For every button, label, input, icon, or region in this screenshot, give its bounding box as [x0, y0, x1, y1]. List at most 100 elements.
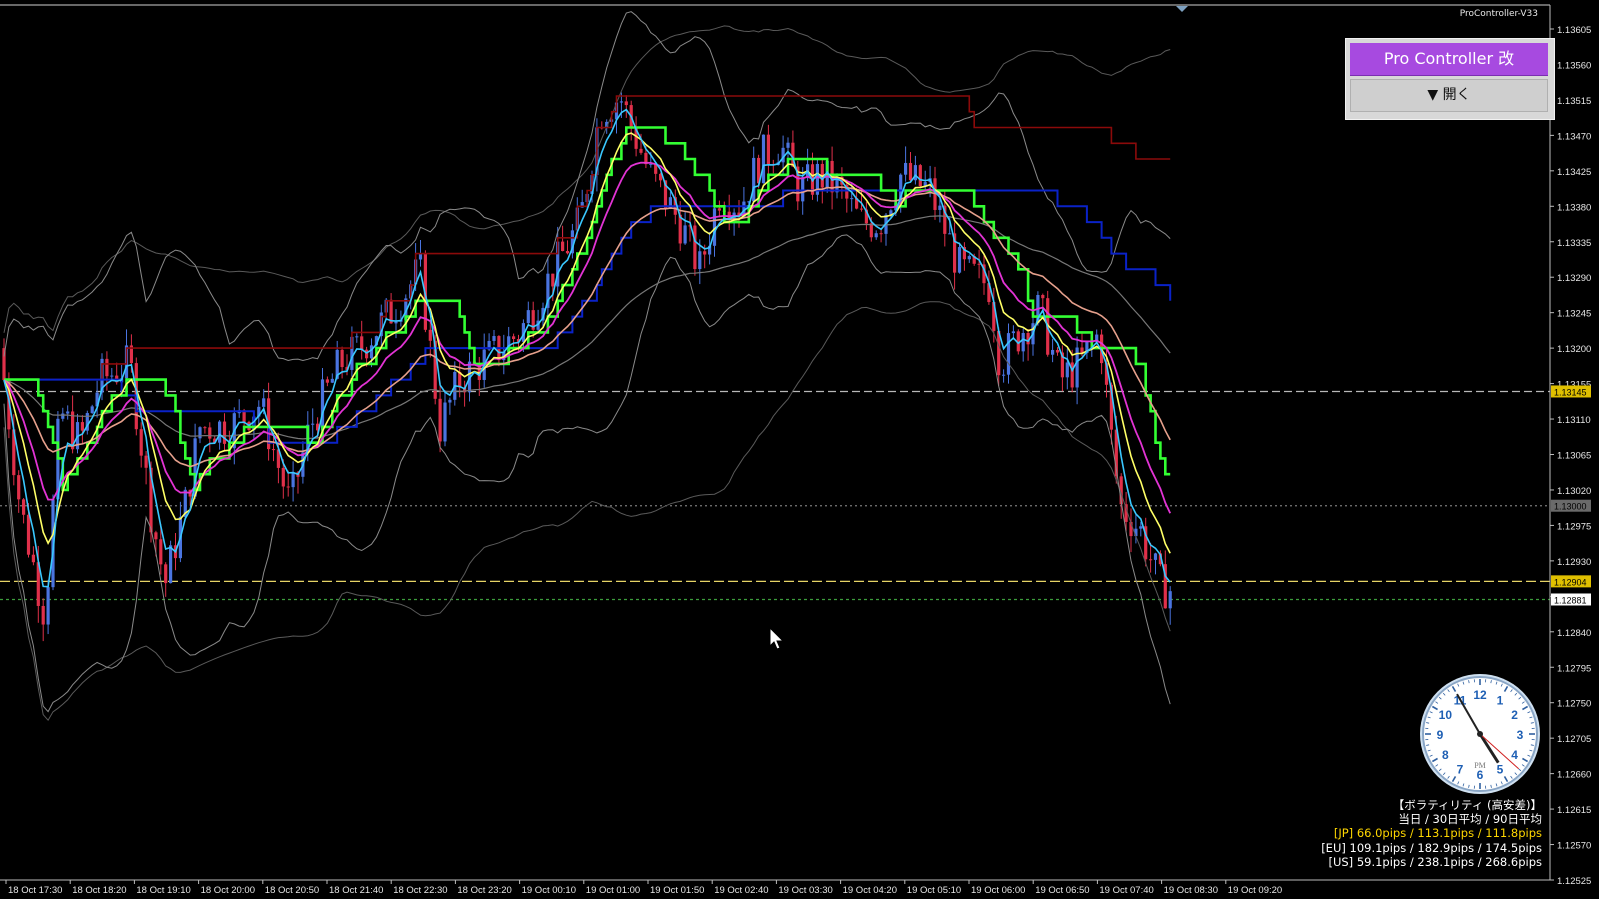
- window-title: ProController-V33: [1459, 9, 1538, 19]
- time-tick-label: 18 Oct 20:50: [265, 885, 319, 896]
- candle-body: [262, 398, 266, 407]
- candle-body: [1168, 591, 1172, 609]
- candle-body: [105, 358, 109, 377]
- candle-body: [311, 423, 315, 425]
- time-tick-label: 19 Oct 01:00: [586, 885, 640, 896]
- candle-body: [355, 336, 359, 338]
- candle-body: [144, 455, 148, 468]
- candle-body: [957, 247, 962, 273]
- candle-body: [1011, 331, 1015, 334]
- volatility-subtitle: 当日 / 30日平均 / 90日平均: [1398, 812, 1542, 827]
- candle-body: [879, 233, 883, 235]
- time-tick-label: 19 Oct 04:20: [843, 885, 897, 896]
- price-chart[interactable]: 1.13605 1.13560 1.13515 1.13470 1.13425 1.133…: [0, 0, 1599, 899]
- candle-body: [281, 467, 285, 487]
- candle-body: [325, 379, 329, 383]
- candle-body: [41, 605, 45, 625]
- candle-body: [624, 101, 628, 106]
- candle-body: [286, 486, 290, 488]
- volatility-row-eu: [EU] 109.1pips / 182.9pips / 174.5pips: [1321, 840, 1542, 855]
- shift-marker-icon: [1176, 6, 1188, 12]
- candle-body: [717, 208, 721, 211]
- time-tick-label: 19 Oct 03:30: [778, 885, 832, 896]
- candle-body: [418, 253, 423, 260]
- candle-body: [1055, 349, 1060, 353]
- price-marker-label: 1.13000: [1554, 502, 1587, 512]
- candle-body: [678, 214, 682, 244]
- clock-numeral: 12: [1473, 688, 1487, 702]
- candle-body: [938, 205, 942, 210]
- time-tick-label: 18 Oct 23:20: [457, 885, 511, 896]
- candle-body: [850, 198, 854, 200]
- pro-controller-header[interactable]: Pro Controller 改: [1350, 43, 1548, 76]
- candle-body: [918, 165, 922, 187]
- candle-body: [2, 348, 6, 381]
- candles-layer: [2, 92, 1172, 642]
- candle-body: [492, 336, 496, 341]
- candle-body: [66, 411, 70, 414]
- candle-body: [786, 142, 790, 148]
- candle-body: [948, 233, 952, 235]
- time-tick-label: 19 Oct 09:20: [1228, 885, 1282, 896]
- price-tick-label: 1.13425: [1557, 167, 1591, 178]
- time-tick-label: 19 Oct 08:30: [1164, 885, 1218, 896]
- candle-body: [693, 225, 697, 270]
- mouse-cursor-icon: [769, 626, 785, 650]
- candle-body: [1153, 553, 1158, 560]
- volatility-row-us: [US] 59.1pips / 238.1pips / 268.6pips: [1328, 854, 1542, 869]
- price-marker-label: 1.13145: [1554, 387, 1587, 397]
- candle-body: [859, 208, 864, 210]
- price-tick-label: 1.12930: [1557, 557, 1591, 568]
- price-tick-label: 1.13605: [1557, 25, 1591, 36]
- candle-body: [320, 379, 325, 431]
- candle-body: [90, 406, 94, 414]
- candle-body: [766, 134, 770, 165]
- candle-body: [110, 375, 114, 377]
- candle-body: [904, 162, 908, 175]
- price-tick-label: 1.13020: [1557, 486, 1591, 497]
- candle-body: [369, 345, 374, 359]
- candle-body: [394, 321, 398, 324]
- time-tick-label: 19 Oct 01:50: [650, 885, 704, 896]
- price-tick-label: 1.13245: [1557, 309, 1591, 320]
- price-tick-label: 1.12840: [1557, 628, 1591, 639]
- candle-body: [1065, 362, 1069, 378]
- candle-body: [31, 554, 35, 563]
- candle-body: [703, 251, 707, 255]
- open-button[interactable]: ▼ 開く: [1350, 79, 1548, 112]
- candle-body: [565, 251, 570, 254]
- candle-body: [61, 413, 65, 419]
- bollinger-outer-upper: [3, 25, 1171, 333]
- price-tick-label: 1.13290: [1557, 273, 1591, 284]
- clock-numeral: 9: [1437, 728, 1444, 742]
- candle-body: [551, 273, 555, 287]
- price-tick-label: 1.12525: [1557, 876, 1591, 887]
- clock-numeral: 8: [1442, 748, 1449, 762]
- price-tick-label: 1.13515: [1557, 96, 1591, 107]
- time-tick-label: 18 Oct 21:40: [329, 885, 383, 896]
- candle-body: [619, 101, 623, 103]
- price-tick-label: 1.13065: [1557, 451, 1591, 462]
- candle-body: [443, 402, 447, 442]
- candle-body: [159, 539, 163, 565]
- price-tick-label: 1.12750: [1557, 699, 1591, 710]
- candle-body: [26, 514, 31, 555]
- candle-body: [698, 251, 702, 270]
- price-tick-label: 1.13200: [1557, 344, 1591, 355]
- time-tick-label: 19 Oct 05:10: [907, 885, 961, 896]
- candle-body: [977, 263, 981, 265]
- candle-body: [271, 449, 276, 451]
- candle-body: [169, 545, 173, 584]
- price-tick-label: 1.12615: [1557, 805, 1591, 816]
- clock-numeral: 3: [1517, 728, 1524, 742]
- clock-numeral: 2: [1511, 708, 1518, 722]
- candle-body: [365, 349, 369, 359]
- candle-body: [967, 256, 971, 260]
- time-tick-label: 19 Oct 02:40: [714, 885, 768, 896]
- price-tick-label: 1.13380: [1557, 202, 1591, 213]
- candle-body: [360, 336, 364, 350]
- time-tick-label: 19 Oct 07:40: [1099, 885, 1153, 896]
- price-tick-label: 1.12660: [1557, 770, 1591, 781]
- candle-body: [218, 421, 222, 443]
- candle-body: [438, 398, 442, 442]
